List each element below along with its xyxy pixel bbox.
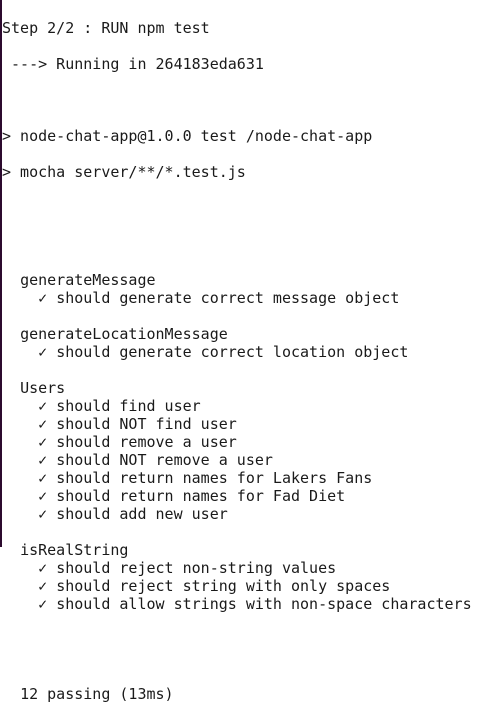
test-name: should generate correct message object [56, 289, 400, 307]
test-result: ✓ should NOT remove a user [2, 451, 472, 469]
test-name: should return names for Fad Diet [56, 487, 346, 505]
test-name: should NOT find user [56, 415, 237, 433]
test-result: ✓ should return names for Fad Diet [2, 487, 472, 505]
running-line: ---> Running in 264183eda631 [2, 55, 264, 73]
test-result: ✓ should find user [2, 397, 472, 415]
check-icon: ✓ [38, 415, 48, 433]
test-name: should remove a user [56, 433, 237, 451]
test-result: ✓ should return names for Lakers Fans [2, 469, 472, 487]
suite-title: generateMessage [2, 271, 472, 289]
test-result: ✓ should reject non-string values [2, 559, 472, 577]
test-name: should find user [56, 397, 201, 415]
test-result: ✓ should remove a user [2, 433, 472, 451]
test-name: should allow strings with non-space char… [56, 595, 472, 613]
check-icon: ✓ [38, 577, 48, 595]
test-result: ✓ should generate correct message object [2, 289, 472, 307]
test-name: should add new user [56, 505, 228, 523]
test-name: should NOT remove a user [56, 451, 273, 469]
check-icon: ✓ [38, 397, 48, 415]
check-icon: ✓ [38, 595, 48, 613]
test-name: should return names for Lakers Fans [56, 469, 373, 487]
suite-title: Users [2, 379, 472, 397]
test-result: ✓ should generate correct location objec… [2, 343, 472, 361]
test-result: ✓ should allow strings with non-space ch… [2, 595, 472, 613]
suite-title: isRealString [2, 541, 472, 559]
step-line: Step 2/2 : RUN npm test [2, 19, 210, 37]
test-suites: generateMessage ✓ should generate correc… [2, 271, 472, 613]
test-name: should reject string with only spaces [56, 577, 391, 595]
suite-name: generateLocationMessage [20, 325, 228, 343]
suite-title: generateLocationMessage [2, 325, 472, 343]
check-icon: ✓ [38, 487, 48, 505]
suite-name: Users [20, 379, 66, 397]
check-icon: ✓ [38, 469, 48, 487]
passing-summary: 12 passing (13ms) [20, 685, 174, 703]
check-icon: ✓ [38, 289, 48, 307]
suite-name: generateMessage [20, 271, 156, 289]
check-icon: ✓ [38, 559, 48, 577]
check-icon: ✓ [38, 343, 48, 361]
test-name: should generate correct location object [56, 343, 409, 361]
test-name: should reject non-string values [56, 559, 337, 577]
check-icon: ✓ [38, 451, 48, 469]
mocha-command-line: > mocha server/**/*.test.js [2, 163, 246, 181]
npm-command-line: > node-chat-app@1.0.0 test /node-chat-ap… [2, 127, 373, 145]
test-result: ✓ should reject string with only spaces [2, 577, 472, 595]
terminal-output: Step 2/2 : RUN npm test ---> Running in … [2, 1, 472, 721]
check-icon: ✓ [38, 433, 48, 451]
suite-name: isRealString [20, 541, 129, 559]
test-result: ✓ should add new user [2, 505, 472, 523]
summary-line: 12 passing (13ms) [2, 685, 472, 703]
check-icon: ✓ [38, 505, 48, 523]
test-result: ✓ should NOT find user [2, 415, 472, 433]
